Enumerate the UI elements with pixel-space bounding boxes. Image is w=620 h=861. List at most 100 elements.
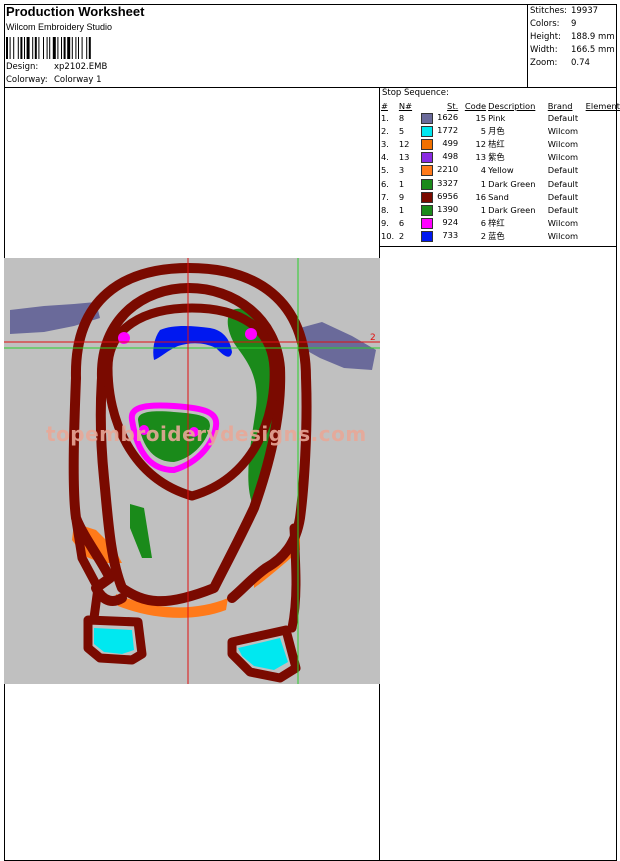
color-swatch xyxy=(420,231,433,243)
color-swatch xyxy=(420,178,433,190)
stats-divider xyxy=(527,4,528,88)
right-ear xyxy=(300,322,376,370)
blue-hair xyxy=(153,326,232,360)
thread-code: 5 xyxy=(480,125,487,136)
needle-number: 8 xyxy=(398,112,405,123)
thread-description: Dark Green xyxy=(488,178,536,189)
col-header: St. xyxy=(447,100,459,111)
table-row: 9. 6 924 6 梓红 Wilcom xyxy=(379,217,620,230)
stat-value: 0.74 xyxy=(571,58,590,68)
green-patch-left xyxy=(130,504,152,558)
stitch-count: 733 xyxy=(442,230,459,241)
stitch-count: 3327 xyxy=(437,177,459,188)
stitch-count: 924 xyxy=(442,217,459,228)
table-row: 8. 1 1390 1 Dark Green Default xyxy=(379,203,620,216)
thread-code: 2 xyxy=(480,231,487,242)
thread-element xyxy=(584,164,620,177)
col-header: N# xyxy=(398,100,413,111)
stitch-count: 498 xyxy=(442,151,459,162)
thread-brand: Wilcom xyxy=(547,231,579,242)
paw-fill-left xyxy=(94,628,134,654)
row-number: 6. xyxy=(381,178,389,189)
table-row: 2. 5 1772 5 月色 Wilcom xyxy=(379,124,620,137)
stat-value: 9 xyxy=(571,19,577,29)
stitch-count: 1626 xyxy=(437,111,459,122)
thread-brand: Wilcom xyxy=(547,152,579,163)
row-number: 3. xyxy=(381,138,389,149)
thread-code: 1 xyxy=(480,204,487,215)
col-header: Description xyxy=(488,100,536,111)
stitch-count: 1772 xyxy=(437,124,459,135)
thread-code: 6 xyxy=(480,218,487,229)
design-value: xp2102.EMB xyxy=(54,62,108,72)
thread-element xyxy=(584,203,620,216)
thread-brand: Default xyxy=(547,191,579,202)
thread-element xyxy=(584,230,620,243)
thread-description: Pink xyxy=(488,112,506,123)
stat-label: Width: xyxy=(530,45,558,55)
thread-description: 月色 xyxy=(488,125,505,136)
needle-number: 3 xyxy=(398,165,405,176)
eye-right xyxy=(245,328,257,340)
needle-number: 12 xyxy=(398,138,410,149)
software-name: Wilcom Embroidery Studio xyxy=(6,22,113,32)
colorway-value: Colorway 1 xyxy=(54,75,102,85)
needle-number: 1 xyxy=(398,178,405,189)
row-number: 5. xyxy=(381,165,389,176)
needle-number: 9 xyxy=(398,191,405,202)
watermark-text: topembroiderydesigns.com xyxy=(46,422,367,446)
stat-value: 188.9 mm xyxy=(571,32,615,42)
stat-value: 166.5 mm xyxy=(571,45,615,55)
needle-number: 13 xyxy=(398,152,410,163)
thread-brand: Default xyxy=(547,178,579,189)
thread-description: 紫色 xyxy=(488,152,505,163)
axis-marker: 2 xyxy=(370,333,376,343)
col-header: Brand xyxy=(547,100,573,111)
thread-code: 15 xyxy=(475,112,487,123)
thread-description: 桔红 xyxy=(488,138,505,149)
table-row: 6. 1 3327 1 Dark Green Default xyxy=(379,177,620,190)
page-title: Production Worksheet xyxy=(6,4,145,19)
thread-brand: Wilcom xyxy=(547,138,579,149)
thread-element xyxy=(584,190,620,203)
stat-value: 19937 xyxy=(571,6,599,16)
needle-number: 6 xyxy=(398,218,405,229)
col-header: Element xyxy=(585,100,620,111)
thread-element xyxy=(584,111,620,124)
stat-label: Zoom: xyxy=(530,58,558,68)
table-row: 4. 13 498 13 紫色 Wilcom xyxy=(379,151,620,164)
thread-description: 蓝色 xyxy=(488,231,505,242)
col-header: # xyxy=(381,100,388,111)
row-number: 2. xyxy=(381,125,389,136)
thread-brand: Default xyxy=(547,112,579,123)
table-row: 1. 8 1626 15 Pink Default xyxy=(379,111,620,124)
table-bottom-divider xyxy=(379,246,617,247)
design-preview: 2 topembroiderydesigns.com xyxy=(4,258,380,684)
row-number: 10. xyxy=(381,231,395,242)
table-row: 10. 2 733 2 蓝色 Wilcom xyxy=(379,230,620,243)
thread-brand: Wilcom xyxy=(547,125,579,136)
thread-brand: Default xyxy=(547,204,579,215)
needle-number: 1 xyxy=(398,204,405,215)
stitch-count: 6956 xyxy=(437,190,459,201)
colorway-label: Colorway: xyxy=(6,75,48,85)
row-number: 7. xyxy=(381,191,389,202)
table-row: 5. 3 2210 4 Yellow Default xyxy=(379,164,620,177)
thread-brand: Wilcom xyxy=(547,218,579,229)
thread-description: Yellow xyxy=(488,165,514,176)
row-number: 4. xyxy=(381,152,389,163)
color-swatch xyxy=(420,125,433,137)
color-swatch xyxy=(420,218,433,230)
color-swatch xyxy=(420,204,433,216)
color-swatch xyxy=(420,152,433,164)
row-number: 9. xyxy=(381,218,389,229)
stat-label: Colors: xyxy=(530,19,560,29)
stitch-count: 499 xyxy=(442,137,459,148)
thread-description: 梓红 xyxy=(488,218,505,229)
color-swatch xyxy=(420,191,433,203)
thread-code: 1 xyxy=(480,178,487,189)
color-swatch xyxy=(420,138,433,150)
thread-code: 12 xyxy=(475,138,487,149)
table-row: 3. 12 499 12 桔红 Wilcom xyxy=(379,137,620,150)
design-label: Design: xyxy=(6,62,39,72)
